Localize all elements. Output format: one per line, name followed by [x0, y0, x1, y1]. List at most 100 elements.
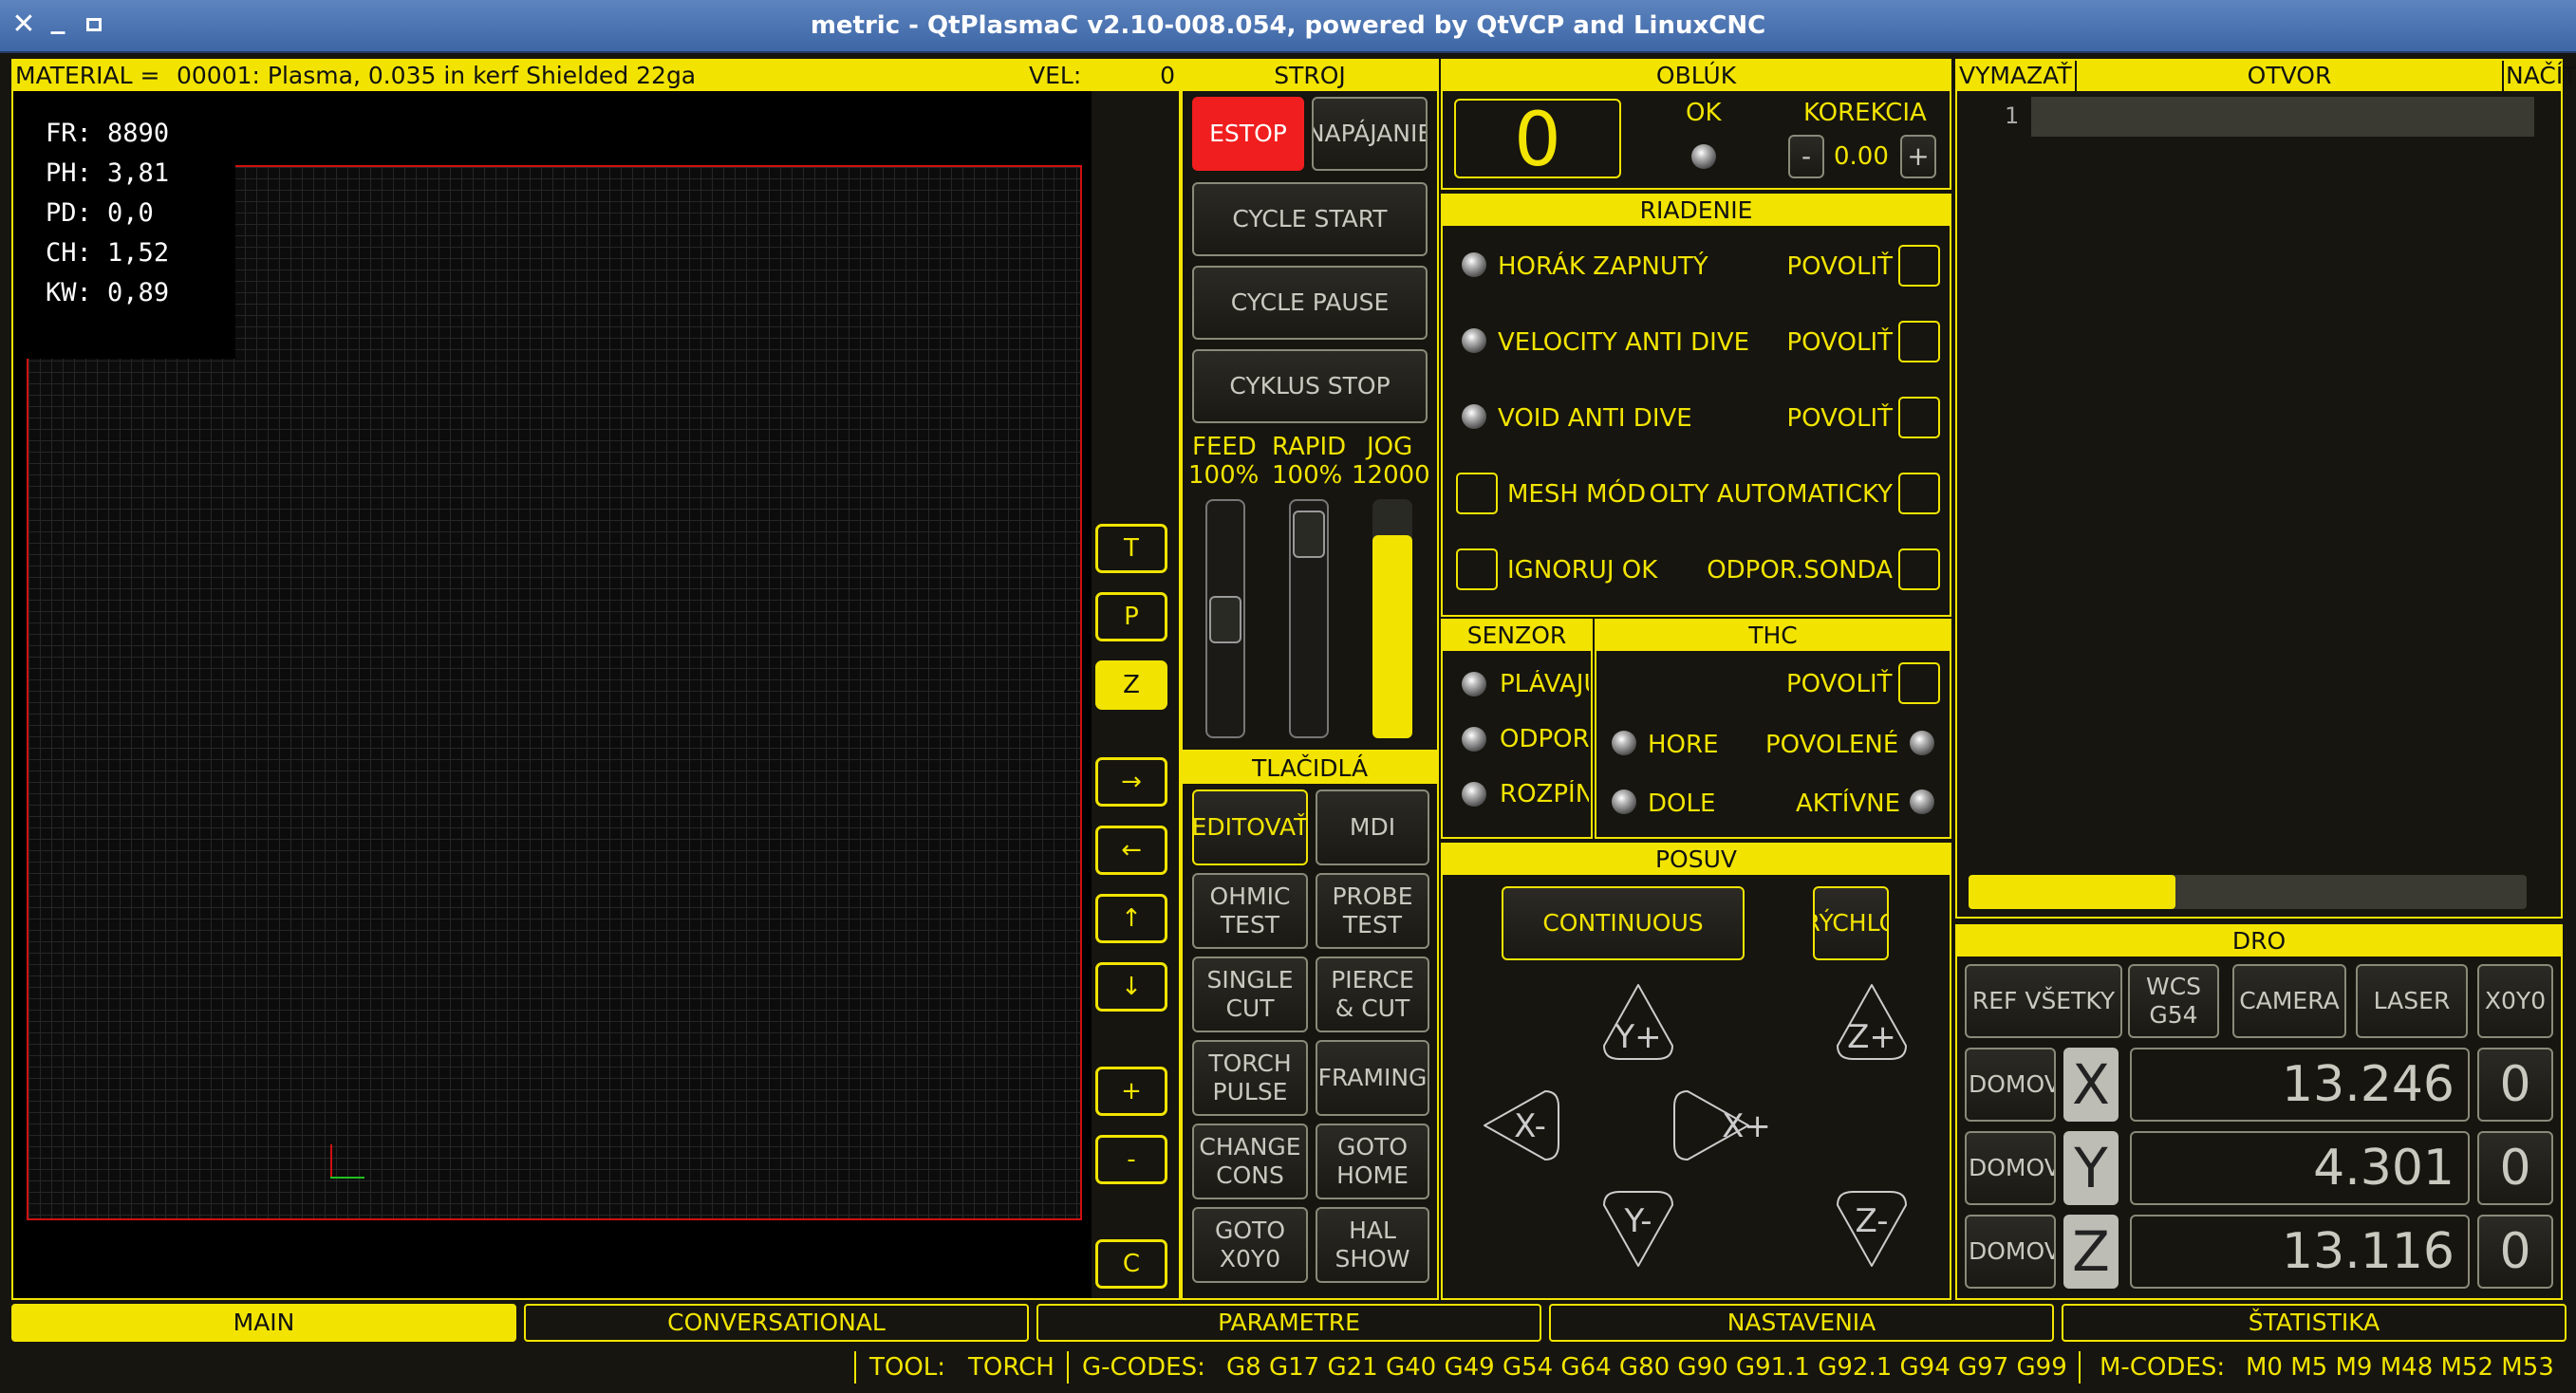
- control-checkbox[interactable]: [1456, 548, 1498, 590]
- thc-active-led: [1910, 789, 1934, 814]
- material-value: 00001: Plasma, 0.035 in kerf Shielded 22…: [177, 62, 697, 89]
- change-cons-button[interactable]: CHANGE CONS: [1192, 1124, 1308, 1199]
- feed-slider-handle[interactable]: [1209, 596, 1241, 643]
- rapid-slider[interactable]: [1289, 499, 1329, 738]
- hal-show-button[interactable]: HAL SHOW: [1316, 1207, 1429, 1283]
- thc-down-label: DOLE: [1648, 789, 1716, 818]
- zero-z-button[interactable]: 0: [2477, 1215, 2553, 1289]
- home-y-button[interactable]: DOMOV: [1965, 1131, 2056, 1205]
- sensor-label: PLÁVAJÚ: [1500, 670, 1589, 698]
- thc-enabled-label: POVOLENÉ: [1765, 731, 1899, 759]
- thc-up-led: [1612, 731, 1636, 755]
- stat-row: CH: 1,52: [46, 233, 216, 273]
- material-header: MATERIAL = 00001: Plasma, 0.035 in kerf …: [13, 61, 1179, 91]
- control-enable-checkbox[interactable]: [1898, 245, 1940, 287]
- goto-x0y0-button[interactable]: GOTO X0Y0: [1192, 1207, 1308, 1283]
- goto-home-button[interactable]: GOTO HOME: [1316, 1124, 1429, 1199]
- view-pan-down-button[interactable]: ↓: [1095, 962, 1167, 1012]
- probe-test-button[interactable]: PROBE TEST: [1316, 873, 1429, 949]
- view-zoom-in-button[interactable]: +: [1095, 1067, 1167, 1116]
- arc-header: OBLÚK: [1443, 61, 1950, 91]
- stat-value: 3,81: [107, 158, 170, 188]
- stat-key: PH:: [46, 158, 92, 188]
- cycle-start-button[interactable]: CYCLE START: [1192, 182, 1428, 256]
- correction-plus-button[interactable]: +: [1900, 135, 1936, 178]
- gcode-progress-fill: [1969, 875, 2175, 909]
- control-checkbox[interactable]: [1456, 473, 1498, 514]
- correction-minus-button[interactable]: -: [1788, 135, 1824, 178]
- jog-speed-button[interactable]: RÝCHLO: [1813, 886, 1889, 960]
- pierce-cut-button[interactable]: PIERCE & CUT: [1316, 957, 1429, 1032]
- view-pan-right-button[interactable]: →: [1095, 757, 1167, 807]
- ref-all-button[interactable]: REF VŠETKY: [1965, 964, 2122, 1038]
- x0y0-button[interactable]: X0Y0: [2477, 964, 2553, 1038]
- jog-speed-bar[interactable]: [1372, 499, 1412, 738]
- view-z-button[interactable]: Z: [1095, 660, 1167, 710]
- thc-enable-label: POVOLIŤ: [1786, 670, 1893, 698]
- status-divider: [1067, 1351, 1069, 1384]
- tab-conversational[interactable]: CONVERSATIONAL: [524, 1304, 1029, 1342]
- view-pan-up-button[interactable]: ↑: [1095, 894, 1167, 943]
- feed-slider[interactable]: [1205, 499, 1245, 738]
- jog-x-minus-label: X-: [1514, 1107, 1546, 1145]
- preview-panel: MATERIAL = 00001: Plasma, 0.035 in kerf …: [11, 59, 1181, 1300]
- gcodes-value: G8 G17 G21 G40 G49 G54 G64 G80 G90 G91.1…: [1226, 1353, 2067, 1382]
- jog-value: 12000: [1352, 461, 1430, 490]
- view-top-button[interactable]: T: [1095, 524, 1167, 573]
- cycle-pause-button[interactable]: CYCLE PAUSE: [1192, 266, 1428, 340]
- gcode-load-button[interactable]: NAČÍTAŤ: [2504, 61, 2576, 91]
- torch-pulse-button[interactable]: TORCH PULSE: [1192, 1040, 1308, 1116]
- control-enable-checkbox[interactable]: [1898, 321, 1940, 362]
- stat-value: 0,89: [107, 278, 170, 307]
- preview-canvas[interactable]: FR: 8890 PH: 3,81 PD: 0,0 CH: 1,52 KW: 0,89: [13, 91, 1092, 1298]
- power-button[interactable]: NAPÁJANIE: [1312, 97, 1428, 171]
- jog-x-plus-label: X+: [1722, 1107, 1771, 1145]
- tab-tatistika[interactable]: ŠTATISTIKA: [2062, 1304, 2567, 1342]
- control-enable-checkbox[interactable]: [1898, 548, 1940, 590]
- stat-row: PD: 0,0: [46, 194, 216, 233]
- control-label: IGNORUJ OK: [1507, 556, 1658, 585]
- jog-z-minus-label: Z-: [1856, 1202, 1889, 1240]
- control-enable-checkbox[interactable]: [1898, 397, 1940, 438]
- sensor-led: [1462, 782, 1486, 807]
- single-cut-button[interactable]: SINGLE CUT: [1192, 957, 1308, 1032]
- camera-button[interactable]: CAMERA: [2232, 964, 2346, 1038]
- thc-header: THC: [1596, 621, 1950, 651]
- rapid-slider-handle[interactable]: [1293, 511, 1325, 558]
- gcode-clear-button[interactable]: VYMAZAŤ: [1957, 61, 2075, 91]
- wcs-button[interactable]: WCS G54: [2128, 964, 2219, 1038]
- zero-y-button[interactable]: 0: [2477, 1131, 2553, 1205]
- correction-value: 0.00: [1834, 142, 1889, 171]
- laser-button[interactable]: LASER: [2356, 964, 2468, 1038]
- control-enable-checkbox[interactable]: [1898, 473, 1940, 514]
- edit-button[interactable]: EDITOVAŤ: [1192, 789, 1308, 865]
- zero-x-button[interactable]: 0: [2477, 1048, 2553, 1122]
- view-zoom-out-button[interactable]: -: [1095, 1135, 1167, 1184]
- jog-mode-button[interactable]: CONTINUOUS: [1502, 886, 1745, 960]
- mcodes-value: M0 M5 M9 M48 M52 M53: [2246, 1353, 2554, 1382]
- mdi-button[interactable]: MDI: [1316, 789, 1429, 865]
- view-pan-left-button[interactable]: ←: [1095, 826, 1167, 875]
- tab-nastavenia[interactable]: NASTAVENIA: [1549, 1304, 2054, 1342]
- axis-z-label: Z: [2063, 1215, 2119, 1289]
- control-led: [1462, 404, 1486, 429]
- home-x-button[interactable]: DOMOV: [1965, 1048, 2056, 1122]
- cycle-stop-button[interactable]: CYKLUS STOP: [1192, 349, 1428, 423]
- gcode-line-number: 1: [2005, 102, 2020, 129]
- view-clear-button[interactable]: C: [1095, 1239, 1167, 1289]
- estop-button[interactable]: ESTOP: [1192, 97, 1304, 171]
- gcodes-label: G-CODES:: [1082, 1353, 1205, 1382]
- tab-main[interactable]: MAIN: [11, 1304, 516, 1342]
- control-right-label: POVOLIŤ: [1786, 404, 1893, 433]
- home-z-button[interactable]: DOMOV: [1965, 1215, 2056, 1289]
- dro-header: DRO: [1957, 926, 2561, 957]
- gcode-editor[interactable]: [2031, 97, 2534, 137]
- view-perspective-button[interactable]: P: [1095, 592, 1167, 641]
- gcode-panel: VYMAZAŤ OTVOR NAČÍTAŤ 1: [1955, 59, 2576, 919]
- tab-parametre[interactable]: PARAMETRE: [1036, 1304, 1541, 1342]
- ohmic-test-button[interactable]: OHMIC TEST: [1192, 873, 1308, 949]
- window-title: metric - QtPlasmaC v2.10-008.054, powere…: [810, 11, 1766, 40]
- gcode-open-button[interactable]: OTVOR: [2077, 61, 2502, 91]
- thc-enable-checkbox[interactable]: [1898, 662, 1940, 704]
- framing-button[interactable]: FRAMING: [1316, 1040, 1429, 1116]
